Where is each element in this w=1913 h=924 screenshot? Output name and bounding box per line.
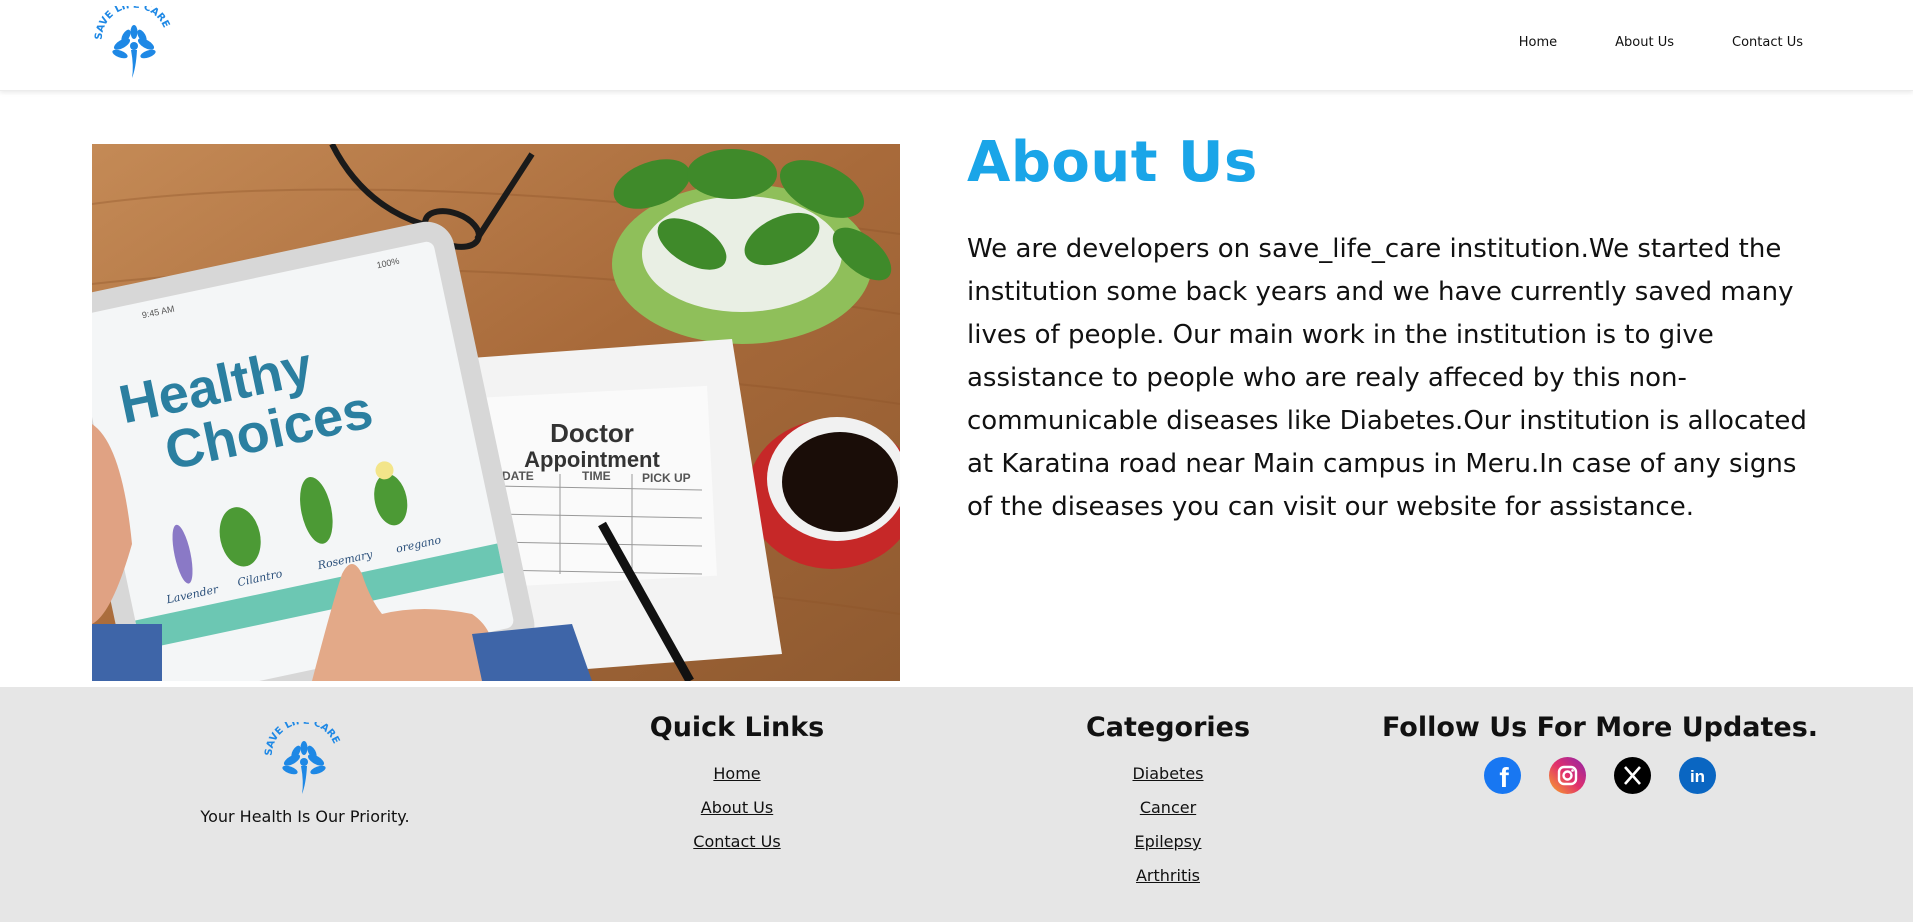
category-epilepsy[interactable]: Epilepsy [968, 825, 1368, 859]
nav-about-us[interactable]: About Us [1615, 35, 1674, 50]
about-title: About Us [967, 130, 1258, 195]
site-header: SAVE LIFE CARE Home About Us Contact Us [0, 0, 1913, 91]
nav-contact-us[interactable]: Contact Us [1732, 35, 1803, 50]
main-nav: Home About Us Contact Us [1461, 35, 1803, 50]
facebook-icon[interactable]: f [1484, 757, 1521, 794]
linkedin-icon[interactable]: in [1679, 757, 1716, 794]
category-arthritis[interactable]: Arthritis [968, 859, 1368, 893]
follow-title: Follow Us For More Updates. [1381, 712, 1819, 743]
footer-link-contact-us[interactable]: Contact Us [537, 825, 937, 859]
svg-text:PICK UP: PICK UP [642, 471, 691, 485]
footer-logo-tree-icon: SAVE LIFE CARE [264, 716, 341, 794]
svg-text:TIME: TIME [582, 469, 611, 483]
category-diabetes[interactable]: Diabetes [968, 757, 1368, 791]
svg-text:in: in [1690, 767, 1705, 786]
nav-home[interactable]: Home [1519, 35, 1557, 50]
site-footer: SAVE LIFE CARE Your Health Is Our Priori… [0, 687, 1913, 922]
x-icon[interactable] [1614, 757, 1651, 794]
svg-text:f: f [1499, 762, 1509, 793]
categories-column: Categories Diabetes Cancer Epilepsy Arth… [968, 712, 1368, 893]
social-links: f in [1350, 757, 1850, 794]
about-description: We are developers on save_life_care inst… [967, 234, 1807, 522]
svg-text:DATE: DATE [502, 469, 534, 483]
footer-link-home[interactable]: Home [537, 757, 937, 791]
footer-logo[interactable]: SAVE LIFE CARE [262, 716, 346, 798]
quick-links-title: Quick Links [649, 712, 825, 743]
svg-text:Doctor: Doctor [550, 418, 634, 448]
categories-title: Categories [1085, 712, 1251, 743]
footer-tagline: Your Health Is Our Priority. [200, 807, 410, 826]
instagram-icon[interactable] [1549, 757, 1586, 794]
site-logo[interactable]: SAVE LIFE CARE [92, 0, 176, 82]
logo-tree-icon: SAVE LIFE CARE [94, 0, 171, 78]
footer-link-about-us[interactable]: About Us [537, 791, 937, 825]
category-cancer[interactable]: Cancer [968, 791, 1368, 825]
healthy-choices-image: Doctor Appointment DATE TIME PICK UP 9:4… [92, 144, 900, 681]
quick-links-column: Quick Links Home About Us Contact Us [537, 712, 937, 859]
follow-column: Follow Us For More Updates. f in [1350, 712, 1850, 794]
